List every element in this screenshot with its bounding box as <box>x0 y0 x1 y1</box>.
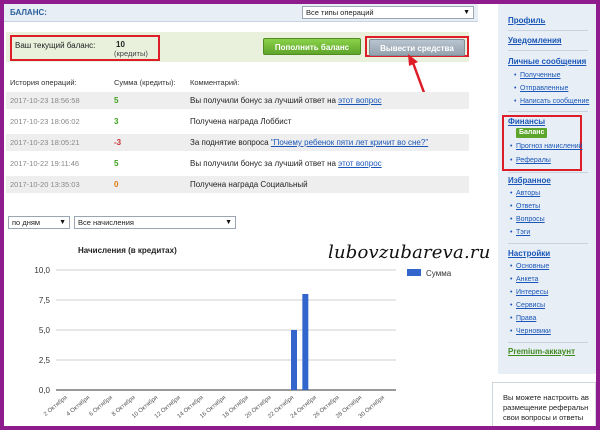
watermark-text: lubovzubareva.ru <box>328 242 491 263</box>
chart-legend-swatch <box>407 269 421 276</box>
topup-balance-button[interactable]: Пополнить баланс <box>263 38 361 55</box>
dropdown-arrow-icon: ▼ <box>225 219 232 226</box>
sidebar-subitem-services[interactable]: Сервисы <box>510 302 545 309</box>
sidebar-subitem-tags[interactable]: Тэги <box>510 229 530 236</box>
chart-y-tick-label: 2,5 <box>39 356 51 365</box>
history-col-date: История операций: <box>10 78 77 87</box>
row-comment: Получена награда Лоббист <box>190 117 292 126</box>
sidebar-divider <box>508 111 588 112</box>
table-row: 2017-10-23 18:06:02 3 Получена награда Л… <box>6 113 469 130</box>
sidebar-item-favorites[interactable]: Избранное <box>508 176 551 185</box>
table-row: 2017-10-23 18:56:58 5 Вы получили бонус … <box>6 92 469 109</box>
period-value: по дням <box>12 218 41 227</box>
balance-value: 10 <box>116 40 125 49</box>
sidebar-divider <box>508 30 588 31</box>
sidebar-subitem-sent[interactable]: Отправленные <box>514 85 568 92</box>
chart-x-tick-label: 2 Октября <box>43 395 69 418</box>
sidebar-subitem-main[interactable]: Основные <box>510 263 549 270</box>
row-date: 2017-10-23 18:06:02 <box>10 117 80 126</box>
sidebar-item-settings[interactable]: Настройки <box>508 249 550 258</box>
chart-x-tick-label: 4 Октября <box>66 395 92 418</box>
table-row: 2017-10-23 18:05:21 -3 За поднятие вопро… <box>6 134 469 151</box>
row-date: 2017-10-22 19:11:46 <box>10 159 80 168</box>
sidebar-divider <box>508 50 588 51</box>
row-comment-text: Вы получили бонус за лучший ответ на <box>190 96 339 105</box>
sidebar-item-notifications[interactable]: Уведомления <box>508 36 562 45</box>
row-comment-text: За поднятие вопроса <box>190 138 271 147</box>
row-comment: Вы получили бонус за лучший ответ на это… <box>190 159 382 168</box>
sidebar-item-premium[interactable]: Premium-аккаунт <box>508 347 575 356</box>
sidebar-subitem-referrals[interactable]: Рефералы <box>510 157 551 164</box>
row-comment-text: Вы получили бонус за лучший ответ на <box>190 159 339 168</box>
question-link[interactable]: "Почему ребенок пяти лет кричит во сне?" <box>271 138 428 147</box>
history-col-amount: Сумма (кредиты): <box>114 78 176 87</box>
table-row: 2017-10-20 13:35:03 0 Получена награда С… <box>6 176 469 193</box>
question-link[interactable]: этот вопрос <box>338 159 381 168</box>
row-comment: За поднятие вопроса "Почему ребенок пяти… <box>190 138 428 147</box>
question-link[interactable]: этот вопрос <box>338 96 381 105</box>
sidebar-subitem-drafts[interactable]: Черновики <box>510 328 551 335</box>
chart-canvas: 10,0 7,5 5,0 2,5 0,02 Октября4 Октября6 Октя… <box>34 266 452 420</box>
row-date: 2017-10-23 18:05:21 <box>10 138 80 147</box>
chart-bar <box>291 330 297 390</box>
sidebar-subitem-rights[interactable]: Права <box>510 315 536 322</box>
sidebar-subitem-profile-form[interactable]: Анкета <box>510 276 538 283</box>
sidebar-subitem-balance-active[interactable]: Баланс <box>516 128 548 138</box>
row-amount: 5 <box>114 96 119 105</box>
sidebar-item-finance[interactable]: Финансы <box>508 117 545 126</box>
referral-promo-box: Вы можете настроить ав размещение рефера… <box>492 382 596 428</box>
operation-type-select[interactable]: Все типы операций ▼ <box>302 6 474 19</box>
sidebar-subitem-received[interactable]: Полученные <box>514 72 560 79</box>
chart-y-tick-label: 10,0 <box>34 266 50 275</box>
sidebar-subitem-forecast[interactable]: Прогноз начислений <box>510 143 582 150</box>
sidebar-divider <box>508 243 588 244</box>
chart-y-tick-label: 5,0 <box>39 326 51 335</box>
sidebar-divider <box>508 172 588 173</box>
page-title: БАЛАНС: <box>10 8 47 17</box>
accrual-type-value: Все начисления <box>78 218 134 227</box>
chart-legend-label: Сумма <box>426 269 452 278</box>
dropdown-arrow-icon: ▼ <box>463 9 470 16</box>
dropdown-arrow-icon: ▼ <box>59 219 66 226</box>
balance-highlight: Ваш текущий баланс: 10 (кредиты) <box>10 35 160 61</box>
sidebar-divider <box>508 342 588 343</box>
balance-label: Ваш текущий баланс: <box>15 41 96 50</box>
sidebar-subitem-questions[interactable]: Вопросы <box>510 216 545 223</box>
sidebar-item-messages[interactable]: Личные сообщения <box>508 57 586 66</box>
row-amount: 5 <box>114 159 119 168</box>
accrual-type-select[interactable]: Все начисления ▼ <box>74 216 236 229</box>
balance-unit: (кредиты) <box>114 49 148 58</box>
sidebar-subitem-answers[interactable]: Ответы <box>510 203 540 210</box>
chart-x-tick-label: 6 Октября <box>88 395 114 418</box>
row-comment: Получена награда Социальный <box>190 180 308 189</box>
operation-type-value: Все типы операций <box>306 8 374 17</box>
sidebar-subitem-interests[interactable]: Интересы <box>510 289 548 296</box>
chart-bar <box>302 294 309 390</box>
row-date: 2017-10-23 18:56:58 <box>10 96 80 105</box>
sidebar-subitem-write-message[interactable]: Написать сообщение <box>514 98 589 105</box>
sidebar-subitem-authors[interactable]: Авторы <box>510 190 540 197</box>
chart-y-tick-label: 0,0 <box>39 386 51 395</box>
promo-line: размещение реферальн <box>503 403 589 412</box>
sidebar-item-profile[interactable]: Профиль <box>508 16 545 25</box>
row-amount: 0 <box>114 180 119 189</box>
accruals-chart: Начисления (в кредитах) 10,0 7,5 5,0 2,5 0,0… <box>20 242 480 427</box>
promo-line: Вы можете настроить ав <box>503 393 589 402</box>
row-comment: Вы получили бонус за лучший ответ на это… <box>190 96 382 105</box>
row-date: 2017-10-20 13:35:03 <box>10 180 80 189</box>
period-select[interactable]: по дням ▼ <box>8 216 70 229</box>
table-row: 2017-10-22 19:11:46 5 Вы получили бонус … <box>6 155 469 172</box>
promo-line: свои вопросы и ответы <box>503 413 584 422</box>
row-amount: 3 <box>114 117 119 126</box>
history-col-comment: Комментарий: <box>190 78 240 87</box>
chart-y-tick-label: 7,5 <box>39 296 51 305</box>
history-table-header: История операций: Сумма (кредиты): Комме… <box>6 76 469 90</box>
row-amount: -3 <box>114 138 122 147</box>
